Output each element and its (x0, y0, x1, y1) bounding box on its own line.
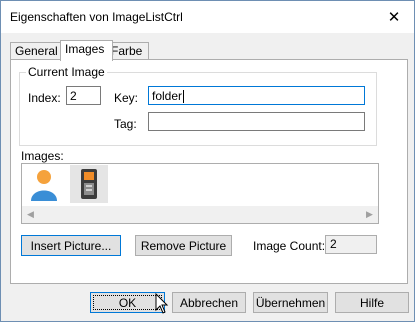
image-count-field: 2 (325, 235, 377, 254)
phone-icon (81, 169, 97, 199)
close-icon: ✕ (387, 9, 401, 26)
images-list[interactable]: ◀ ▶ (21, 163, 379, 224)
image-item-person[interactable] (25, 165, 63, 203)
image-count-label: Image Count: (253, 239, 326, 253)
insert-picture-button[interactable]: Insert Picture... (21, 235, 121, 256)
apply-button-label: Übernehmen (255, 295, 326, 310)
index-label: Index: (28, 91, 61, 105)
help-button[interactable]: Hilfe (335, 292, 409, 313)
key-field-value: folder (152, 89, 183, 103)
images-tab-panel: Current Image Index: 2 Key: folder Tag: … (10, 59, 408, 284)
apply-button[interactable]: Übernehmen (253, 292, 328, 313)
scroll-left-arrow[interactable]: ◀ (22, 206, 39, 223)
tab-images[interactable]: Images (60, 40, 113, 61)
tab-general[interactable]: General (10, 42, 65, 60)
key-label: Key: (114, 91, 139, 105)
remove-picture-button[interactable]: Remove Picture (135, 235, 232, 256)
text-caret (183, 90, 185, 104)
cancel-button[interactable]: Abbrechen (172, 292, 246, 313)
current-image-group: Current Image Index: 2 Key: folder Tag: (19, 65, 377, 146)
ok-button[interactable]: OK (90, 292, 165, 313)
properties-dialog: Eigenschaften von ImageListCtrl ✕ Genera… (0, 0, 415, 322)
title-bar: Eigenschaften von ImageListCtrl ✕ (1, 1, 414, 33)
image-item-phone[interactable] (70, 165, 108, 203)
tag-field[interactable] (148, 112, 365, 131)
index-field[interactable]: 2 (66, 86, 101, 105)
scroll-right-arrow[interactable]: ▶ (361, 206, 378, 223)
images-label: Images: (21, 149, 64, 163)
mouse-cursor-icon (155, 293, 169, 314)
person-icon (31, 170, 57, 201)
window-title: Eigenschaften von ImageListCtrl (10, 10, 183, 24)
images-scrollbar[interactable]: ◀ ▶ (22, 206, 378, 223)
tag-label: Tag: (114, 117, 137, 131)
close-button[interactable]: ✕ (379, 1, 409, 33)
key-field[interactable]: folder (148, 86, 365, 105)
current-image-legend: Current Image (26, 65, 107, 79)
